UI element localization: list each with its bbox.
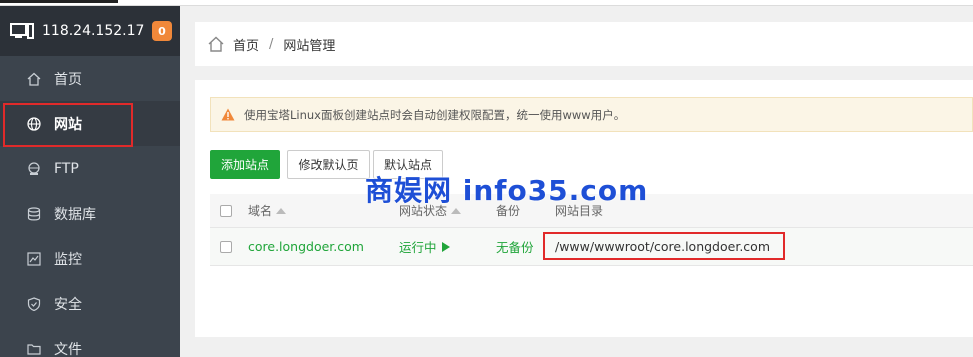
- row-domain[interactable]: core.longdoer.com: [248, 228, 364, 265]
- notification-badge[interactable]: 0: [152, 21, 172, 41]
- sidebar-item-security[interactable]: 安全: [0, 281, 180, 326]
- ftp-globe-icon: [26, 161, 42, 177]
- breadcrumb-separator: /: [269, 36, 274, 52]
- top-strip-mark: [0, 0, 118, 3]
- sidebar-item-home[interactable]: 首页: [0, 56, 180, 101]
- sidebar-item-label: 首页: [54, 71, 82, 88]
- sidebar-item-website[interactable]: 网站: [0, 101, 180, 147]
- sidebar-item-label: FTP: [54, 160, 79, 177]
- server-header: 118.24.152.17 0: [0, 6, 180, 56]
- breadcrumb-home[interactable]: 首页: [233, 35, 259, 54]
- breadcrumb: 首页 / 网站管理: [195, 22, 973, 66]
- shield-icon: [26, 296, 42, 312]
- notice-banner: 使用宝塔Linux面板创建站点时会自动创建权限配置，统一使用www用户。: [210, 97, 973, 132]
- sidebar-item-database[interactable]: 数据库: [0, 191, 180, 236]
- globe-icon: [26, 116, 42, 132]
- server-ip: 118.24.152.17: [42, 23, 145, 39]
- sidebar-item-label: 数据库: [54, 206, 96, 223]
- home-icon: [26, 71, 42, 87]
- table-row: core.longdoer.com 运行中 无备份 /www/wwwroot/c…: [210, 228, 973, 266]
- select-all-checkbox[interactable]: [220, 204, 232, 217]
- add-site-button[interactable]: 添加站点: [210, 150, 280, 179]
- warning-icon: [221, 108, 235, 121]
- sidebar-item-monitor[interactable]: 监控: [0, 236, 180, 281]
- sidebar: 118.24.152.17 0 首页 网站 FTP 数据库 监控 安全 文件: [0, 6, 180, 357]
- sidebar-item-ftp[interactable]: FTP: [0, 146, 180, 191]
- row-backup[interactable]: 无备份: [496, 228, 534, 265]
- watermark-text: 商娱网 info35.com: [365, 174, 649, 207]
- monitor-chart-icon: [26, 251, 42, 267]
- sidebar-item-label: 文件: [54, 341, 82, 357]
- folder-icon: [26, 341, 42, 357]
- sidebar-item-label: 安全: [54, 296, 82, 313]
- notice-text: 使用宝塔Linux面板创建站点时会自动创建权限配置，统一使用www用户。: [244, 107, 626, 122]
- breadcrumb-current: 网站管理: [283, 38, 336, 54]
- monitor-icon: [10, 23, 34, 39]
- sidebar-item-label: 网站: [54, 116, 82, 133]
- row-status[interactable]: 运行中: [399, 228, 450, 265]
- row-root-path[interactable]: /www/wwwroot/core.longdoer.com: [543, 232, 785, 260]
- row-checkbox[interactable]: [220, 240, 232, 253]
- edit-default-page-button[interactable]: 修改默认页: [287, 150, 370, 179]
- header-domain[interactable]: 域名: [248, 194, 287, 227]
- sidebar-item-files[interactable]: 文件: [0, 326, 180, 357]
- play-icon: [441, 241, 450, 252]
- database-icon: [26, 206, 42, 222]
- sort-icon: [276, 207, 287, 214]
- sidebar-item-label: 监控: [54, 251, 82, 268]
- home-icon[interactable]: [207, 35, 225, 53]
